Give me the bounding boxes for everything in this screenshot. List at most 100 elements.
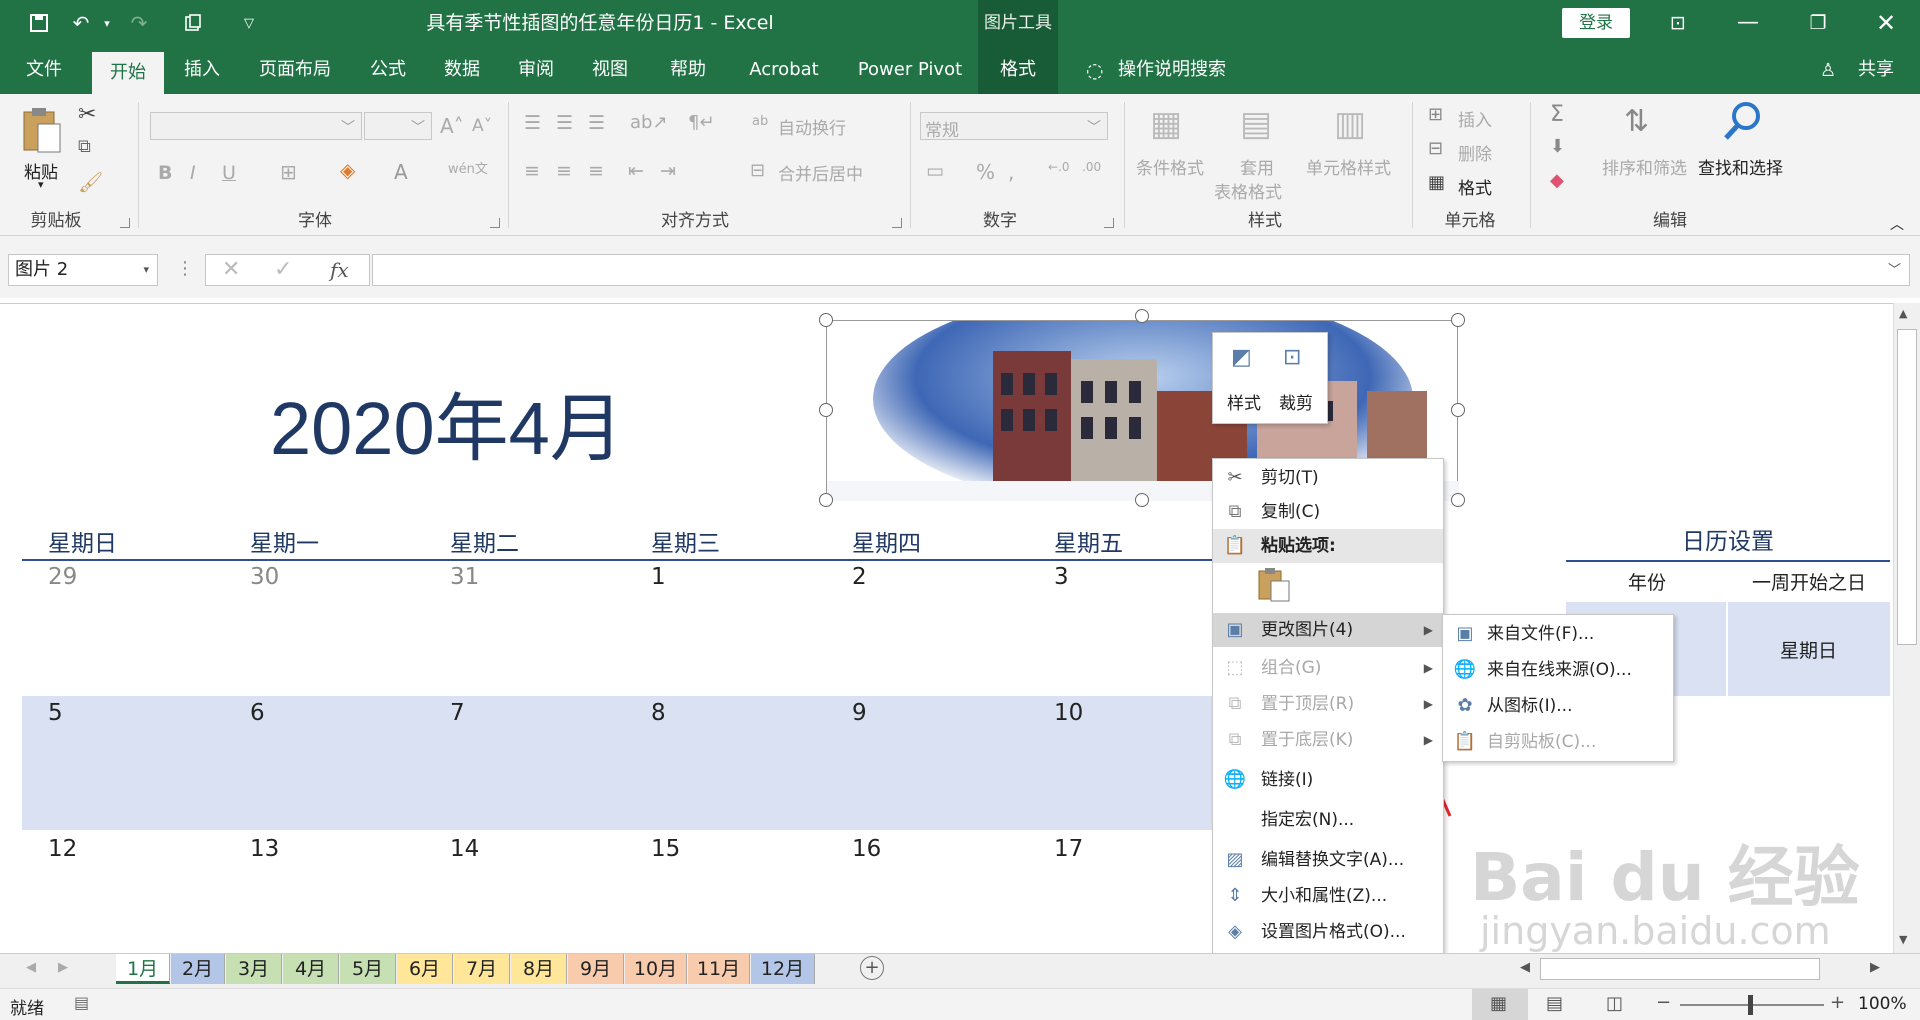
crop-label[interactable]: 裁剪 (1279, 389, 1313, 414)
calendar-day[interactable]: 12 (48, 836, 77, 862)
resize-handle[interactable] (1135, 309, 1149, 323)
tab-acrobat[interactable]: Acrobat (736, 46, 832, 94)
menu-item-link[interactable]: 🌐 链接(I) (1213, 763, 1443, 797)
zoom-level[interactable]: 100% (1858, 994, 1907, 1014)
number-launcher-icon[interactable] (1104, 218, 1114, 228)
calendar-day[interactable]: 17 (1054, 836, 1083, 862)
page-layout-view-icon[interactable]: ▤ (1546, 993, 1563, 1014)
tab-formulas[interactable]: 公式 (360, 46, 416, 94)
calendar-day[interactable]: 10 (1054, 700, 1083, 726)
resize-handle[interactable] (1451, 493, 1465, 507)
scroll-down-icon[interactable]: ▼ (1899, 933, 1907, 946)
calendar-day[interactable]: 5 (48, 700, 63, 726)
tab-scroll-right-icon[interactable]: ▶ (58, 960, 68, 975)
tell-me-search[interactable]: 操作说明搜索 (1118, 46, 1238, 94)
name-box[interactable]: 图片 2 ▾ (8, 254, 158, 286)
submenu-item-from-icon[interactable]: ✿ 从图标(I)... (1443, 689, 1673, 723)
format-cells-label[interactable]: 格式 (1458, 174, 1492, 199)
hscroll-right-icon[interactable]: ▶ (1870, 960, 1880, 975)
calendar-day[interactable]: 30 (250, 564, 279, 590)
calendar-day[interactable]: 7 (450, 700, 465, 726)
insert-function-icon[interactable]: fx (330, 258, 349, 282)
add-sheet-icon[interactable]: + (860, 956, 884, 980)
scroll-thumb[interactable] (1897, 329, 1917, 645)
tab-format[interactable]: 格式 (978, 46, 1058, 94)
paste-option-icon[interactable] (1257, 567, 1291, 603)
sheet-tab-10[interactable]: 10月 (625, 954, 687, 984)
horizontal-scroll-thumb[interactable] (1540, 958, 1820, 980)
sheet-tab-7[interactable]: 7月 (454, 954, 510, 984)
find-select-icon[interactable] (1722, 100, 1764, 148)
sheet-tab-6[interactable]: 6月 (397, 954, 453, 984)
menu-item-copy[interactable]: ⧉ 复制(C) (1213, 495, 1443, 529)
submenu-item-from-file[interactable]: ▣ 来自文件(F)... (1443, 617, 1673, 651)
zoom-slider-thumb[interactable] (1748, 995, 1753, 1015)
crop-icon[interactable]: ⊡ (1283, 345, 1301, 370)
menu-item-format-picture[interactable]: ◈ 设置图片格式(O)... (1213, 915, 1443, 949)
clipboard-launcher-icon[interactable] (120, 218, 130, 228)
calendar-day[interactable]: 15 (651, 836, 680, 862)
tab-file[interactable]: 文件 (10, 46, 78, 94)
tab-page-layout[interactable]: 页面布局 (248, 46, 342, 94)
vertical-scrollbar[interactable]: ▲ ▼ (1893, 303, 1920, 953)
zoom-out-icon[interactable]: − (1656, 992, 1671, 1013)
restore-icon[interactable]: ❐ (1798, 8, 1838, 38)
sheet-tab-3[interactable]: 3月 (226, 954, 282, 984)
calendar-day[interactable]: 29 (48, 564, 77, 590)
alignment-launcher-icon[interactable] (892, 218, 902, 228)
copy-icon[interactable]: ⧉ (78, 136, 91, 157)
zoom-in-icon[interactable]: + (1830, 992, 1845, 1013)
calendar-day[interactable]: 1 (651, 564, 666, 590)
format-cells-icon[interactable]: ▦ (1428, 172, 1445, 193)
week-start-input[interactable]: 星期日 (1728, 602, 1890, 696)
font-launcher-icon[interactable] (490, 218, 500, 228)
close-icon[interactable]: ✕ (1866, 8, 1906, 38)
menu-item-cut[interactable]: ✂ 剪切(T) (1213, 461, 1443, 495)
menu-item-change-picture[interactable]: ▣ 更改图片(4) ▶ (1213, 613, 1443, 647)
calendar-day[interactable]: 9 (852, 700, 867, 726)
name-box-dropdown-icon[interactable]: ▾ (143, 255, 149, 285)
calendar-day[interactable]: 3 (1054, 564, 1069, 590)
find-select-label[interactable]: 查找和选择 (1698, 154, 1783, 179)
sheet-tab-1[interactable]: 1月 (116, 954, 170, 984)
submenu-item-online[interactable]: 🌐 来自在线来源(O)... (1443, 653, 1673, 687)
formula-input[interactable]: ﹀ (372, 254, 1910, 286)
page-break-view-icon[interactable]: ◫ (1606, 993, 1623, 1014)
ribbon-display-icon[interactable]: ⊡ (1658, 8, 1698, 38)
menu-item-edit-alt-text[interactable]: ▨ 编辑替换文字(A)... (1213, 843, 1443, 877)
calendar-day[interactable]: 6 (250, 700, 265, 726)
collapse-ribbon-icon[interactable]: ︿ (1890, 214, 1904, 234)
resize-handle[interactable] (1451, 403, 1465, 417)
sheet-tab-4[interactable]: 4月 (283, 954, 339, 984)
paste-dropdown-icon[interactable]: ▾ (38, 178, 44, 191)
sheet-tab-11[interactable]: 11月 (688, 954, 750, 984)
cut-icon[interactable]: ✂ (78, 102, 96, 127)
normal-view-button[interactable]: ▦ (1472, 989, 1528, 1020)
resize-handle[interactable] (819, 313, 833, 327)
scroll-up-icon[interactable]: ▲ (1899, 307, 1907, 320)
resize-handle[interactable] (1451, 313, 1465, 327)
tab-help[interactable]: 帮助 (656, 46, 720, 94)
sheet-tab-8[interactable]: 8月 (511, 954, 567, 984)
sheet-tab-9[interactable]: 9月 (568, 954, 624, 984)
calendar-day[interactable]: 14 (450, 836, 479, 862)
picture-style-label[interactable]: 样式 (1227, 389, 1261, 414)
macro-record-icon[interactable]: ▤ (74, 993, 89, 1012)
menu-item-size-properties[interactable]: ⇕ 大小和属性(Z)... (1213, 879, 1443, 913)
calendar-day[interactable]: 13 (250, 836, 279, 862)
expand-formula-icon[interactable]: ﹀ (1888, 259, 1901, 278)
calendar-day[interactable]: 8 (651, 700, 666, 726)
calendar-day[interactable]: 31 (450, 564, 479, 590)
tab-data[interactable]: 数据 (434, 46, 490, 94)
picture-style-icon[interactable]: ◩ (1231, 345, 1252, 370)
tab-scroll-left-icon[interactable]: ◀ (26, 960, 36, 975)
minimize-icon[interactable]: — (1728, 8, 1768, 38)
sheet-tab-5[interactable]: 5月 (340, 954, 396, 984)
resize-handle[interactable] (819, 403, 833, 417)
tab-power-pivot[interactable]: Power Pivot (846, 46, 974, 94)
tab-view[interactable]: 视图 (582, 46, 638, 94)
resize-handle[interactable] (1135, 493, 1149, 507)
calendar-day[interactable]: 2 (852, 564, 867, 590)
calendar-day[interactable]: 16 (852, 836, 881, 862)
tab-home[interactable]: 开始 (92, 52, 164, 94)
